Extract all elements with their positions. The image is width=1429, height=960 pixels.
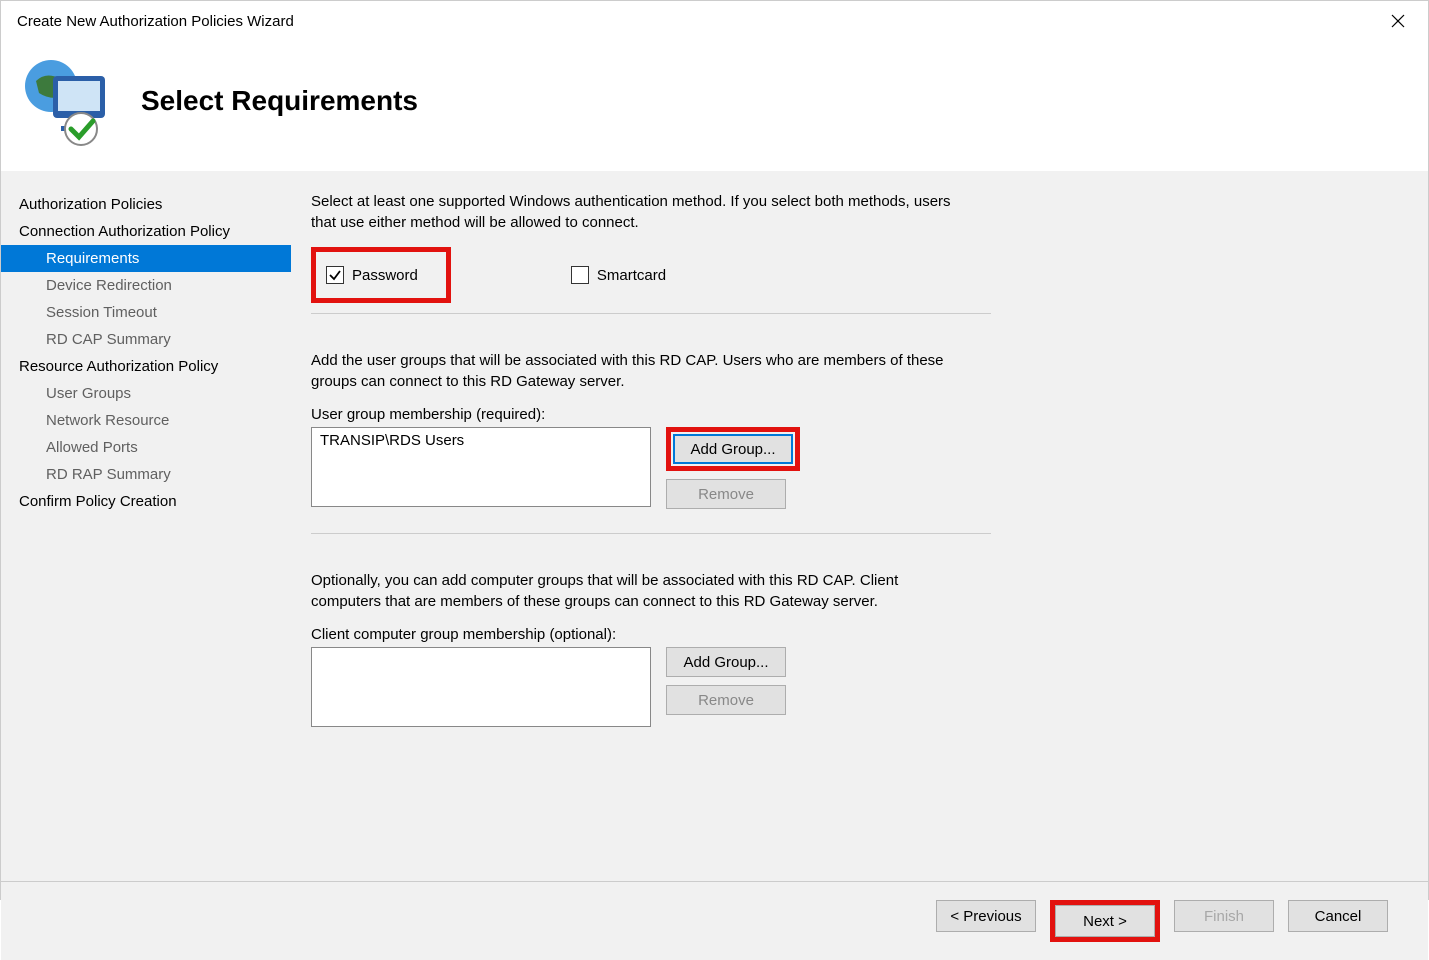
nav-network-resource[interactable]: Network Resource — [1, 407, 291, 434]
nav-session-timeout[interactable]: Session Timeout — [1, 299, 291, 326]
wizard-footer: < Previous Next > Finish Cancel — [1, 881, 1428, 960]
nav-rd-rap-summary[interactable]: RD RAP Summary — [1, 461, 291, 488]
finish-button: Finish — [1174, 900, 1274, 932]
nav-resource-auth-policy[interactable]: Resource Authorization Policy — [1, 353, 291, 380]
nav-device-redirection[interactable]: Device Redirection — [1, 272, 291, 299]
smartcard-label: Smartcard — [597, 267, 666, 284]
divider — [311, 533, 991, 534]
nav-user-groups[interactable]: User Groups — [1, 380, 291, 407]
wizard-content: Select at least one supported Windows au… — [291, 171, 1428, 881]
nav-requirements[interactable]: Requirements — [1, 245, 291, 272]
wizard-header-icon — [21, 51, 121, 151]
list-item[interactable]: TRANSIP\RDS Users — [320, 432, 642, 449]
nav-connection-auth-policy[interactable]: Connection Authorization Policy — [1, 218, 291, 245]
wizard-header: Select Requirements — [1, 41, 1428, 171]
password-label: Password — [352, 267, 418, 284]
smartcard-checkbox[interactable] — [571, 266, 589, 284]
check-icon — [328, 268, 342, 282]
divider — [311, 313, 991, 314]
nav-allowed-ports[interactable]: Allowed Ports — [1, 434, 291, 461]
nav-rd-cap-summary[interactable]: RD CAP Summary — [1, 326, 291, 353]
password-checkbox-highlight: Password — [311, 247, 451, 303]
add-user-group-highlight: Add Group... — [666, 427, 800, 471]
user-groups-description: Add the user groups that will be associa… — [311, 350, 971, 392]
window-title: Create New Authorization Policies Wizard — [17, 13, 294, 30]
next-button-highlight: Next > — [1050, 900, 1160, 942]
password-checkbox[interactable] — [326, 266, 344, 284]
add-computer-group-button[interactable]: Add Group... — [666, 647, 786, 677]
smartcard-checkbox-wrap: Smartcard — [561, 260, 676, 290]
auth-method-description: Select at least one supported Windows au… — [311, 191, 971, 233]
titlebar: Create New Authorization Policies Wizard — [1, 1, 1428, 41]
user-group-listbox[interactable]: TRANSIP\RDS Users — [311, 427, 651, 507]
user-group-membership-label: User group membership (required): — [311, 406, 1388, 423]
cancel-button[interactable]: Cancel — [1288, 900, 1388, 932]
add-user-group-button[interactable]: Add Group... — [673, 434, 793, 464]
close-icon — [1391, 14, 1405, 28]
close-button[interactable] — [1378, 1, 1418, 41]
computer-groups-description: Optionally, you can add computer groups … — [311, 570, 971, 612]
nav-confirm-policy-creation[interactable]: Confirm Policy Creation — [1, 488, 291, 515]
nav-authorization-policies[interactable]: Authorization Policies — [1, 191, 291, 218]
remove-computer-group-button: Remove — [666, 685, 786, 715]
page-title: Select Requirements — [141, 85, 418, 117]
next-button[interactable]: Next > — [1055, 905, 1155, 937]
wizard-nav-sidebar: Authorization Policies Connection Author… — [1, 171, 291, 881]
remove-user-group-button: Remove — [666, 479, 786, 509]
previous-button[interactable]: < Previous — [936, 900, 1036, 932]
computer-group-membership-label: Client computer group membership (option… — [311, 626, 1388, 643]
computer-group-listbox[interactable] — [311, 647, 651, 727]
